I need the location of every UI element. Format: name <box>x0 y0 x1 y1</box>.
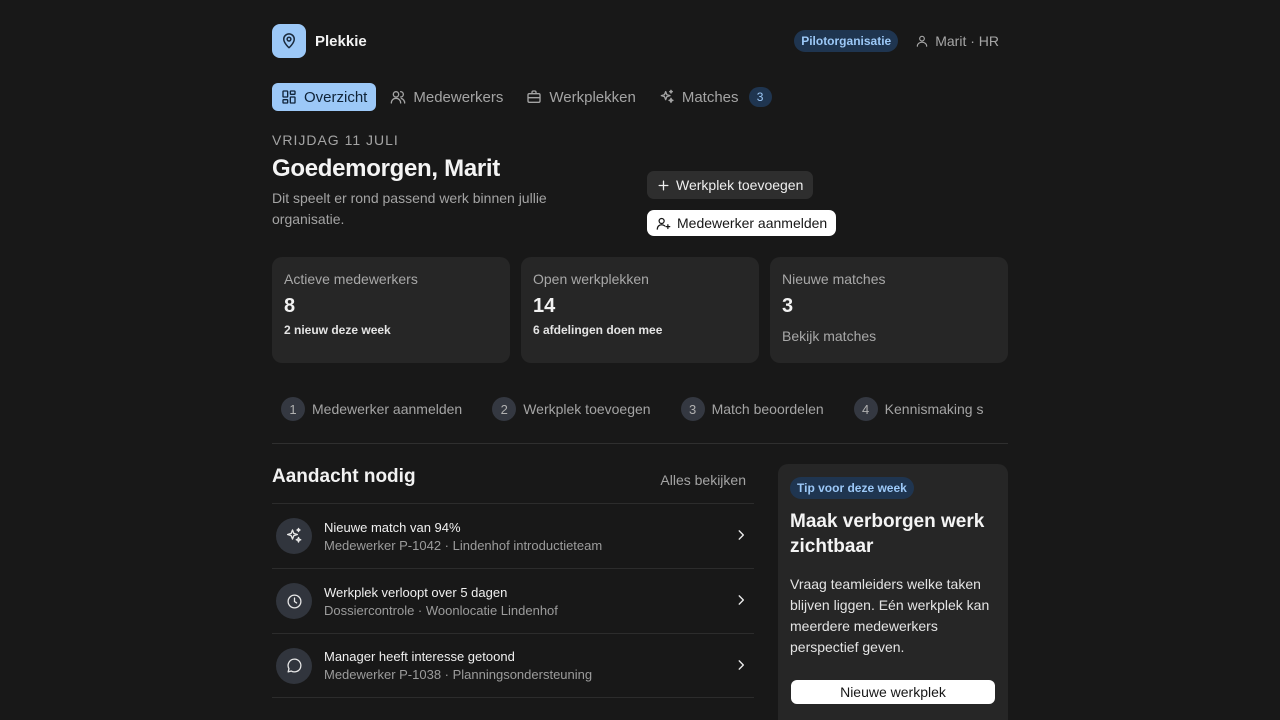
tab-label: Werkplekken <box>549 88 636 106</box>
tab-matches[interactable]: Matches 3 <box>650 83 781 111</box>
weekly-tip-card: Tip voor deze week Maak verborgen werk z… <box>778 464 1008 720</box>
stats-row: Actieve medewerkers 8 2 nieuw deze week … <box>272 257 1008 363</box>
tab-label: Medewerkers <box>413 88 504 106</box>
user-menu[interactable]: Marit · HR <box>915 33 999 49</box>
stat-subtext: 6 afdelingen doen mee <box>533 323 663 337</box>
user-icon <box>916 35 928 47</box>
step-number: 4 <box>853 397 878 421</box>
matches-count-badge: 3 <box>748 87 772 107</box>
clock-icon <box>276 583 312 619</box>
dashboard-icon <box>282 90 296 104</box>
step-number: 3 <box>680 397 705 421</box>
new-workplace-button[interactable]: Nieuwe werkplek <box>791 680 995 704</box>
attention-list: Nieuwe match van 94% Medewerker P-1042 ·… <box>272 503 754 698</box>
stat-value: 3 <box>782 295 794 317</box>
register-employee-button[interactable]: Medewerker aanmelden <box>647 210 837 236</box>
tip-body: Vraag teamleiders welke taken blijven li… <box>790 576 990 655</box>
page-title: Goedemorgen, Marit <box>272 155 500 182</box>
section-divider <box>272 443 1008 444</box>
sparkles-icon <box>276 518 312 554</box>
tip-badge: Tip voor deze week <box>790 477 914 499</box>
step-item[interactable]: 1 Medewerker aanmelden <box>281 397 462 421</box>
organization-badge: Pilotorganisatie <box>794 30 899 52</box>
list-item-subtitle: Medewerker P-1042 · Lindenhof introducti… <box>324 537 603 553</box>
tip-title: Maak verborgen werk zichtbaar <box>790 511 985 557</box>
list-item[interactable]: Manager heeft interesse getoond Medewerk… <box>272 633 754 698</box>
map-pin-icon[interactable] <box>272 24 306 58</box>
brand-name[interactable]: Plekkie <box>315 33 367 50</box>
step-label: Kennismaking s <box>884 401 984 417</box>
stat-card-open-workplaces: Open werkplekken 14 6 afdelingen doen me… <box>521 257 759 363</box>
stat-value: 14 <box>533 295 556 317</box>
list-item-subtitle: Dossiercontrole · Woonlocatie Lindenhof <box>324 602 558 618</box>
tab-werkplekken[interactable]: Werkplekken <box>517 83 644 111</box>
step-item[interactable]: 4 Kennismaking s <box>853 397 984 421</box>
step-item[interactable]: 2 Werkplek toevoegen <box>492 397 651 421</box>
stat-card-active-employees: Actieve medewerkers 8 2 nieuw deze week <box>272 257 510 363</box>
page-intro: Dit speelt er rond passend werk binnen j… <box>272 190 547 227</box>
list-item[interactable]: Werkplek verloopt over 5 dagen Dossierco… <box>272 568 754 633</box>
tab-label: Matches <box>681 88 739 106</box>
stat-label: Actieve medewerkers <box>284 271 418 287</box>
stat-label: Open werkplekken <box>533 271 649 287</box>
current-date: VRIJDAG 11 JULI <box>272 132 399 148</box>
tab-label: Overzicht <box>304 88 368 106</box>
chevron-right-icon <box>738 530 745 540</box>
user-plus-icon <box>656 217 671 230</box>
plus-icon <box>658 180 669 190</box>
user-label: Marit · HR <box>935 33 999 49</box>
chevron-right-icon <box>738 660 745 670</box>
app-header: Plekkie Pilotorganisatie Marit · HR <box>272 24 1008 58</box>
chat-bubble-icon <box>276 647 312 684</box>
view-all-link[interactable]: Alles bekijken <box>656 472 746 488</box>
list-item-title: Nieuwe match van 94% <box>324 519 461 535</box>
register-employee-label: Medewerker aanmelden <box>677 215 828 231</box>
step-item[interactable]: 3 Match beoordelen <box>680 397 824 421</box>
list-item-subtitle: Medewerker P-1038 · Planningsondersteuni… <box>324 667 593 682</box>
dashboard: Plekkie Pilotorganisatie Marit · HR Over… <box>272 0 1008 720</box>
stat-card-new-matches: Nieuwe matches 3 Bekijk matches <box>770 257 1008 363</box>
step-label: Werkplek toevoegen <box>523 401 651 417</box>
tab-medewerkers[interactable]: Medewerkers <box>381 83 512 111</box>
attention-title: Aandacht nodig <box>272 466 416 487</box>
sparkles-icon <box>660 89 674 103</box>
users-icon <box>391 91 406 104</box>
stat-subtext: 2 nieuw deze week <box>284 323 391 337</box>
step-number: 2 <box>492 397 517 421</box>
view-matches-link[interactable]: Bekijk matches <box>782 328 996 344</box>
stat-label: Nieuwe matches <box>782 271 886 287</box>
list-item-title: Manager heeft interesse getoond <box>324 649 515 664</box>
tab-overzicht[interactable]: Overzicht <box>272 83 377 111</box>
briefcase-icon <box>527 90 542 103</box>
main-tabs: Overzicht Medewerkers Werkplekken Matche… <box>272 83 786 111</box>
step-label: Match beoordelen <box>711 401 824 417</box>
chevron-right-icon <box>738 595 745 605</box>
stat-value: 8 <box>284 295 296 317</box>
add-workplace-label: Werkplek toevoegen <box>676 177 804 193</box>
list-item[interactable]: Nieuwe match van 94% Medewerker P-1042 ·… <box>272 503 754 568</box>
add-workplace-button[interactable]: Werkplek toevoegen <box>647 171 814 199</box>
onboarding-steps: 1 Medewerker aanmelden 2 Werkplek toevoe… <box>272 384 1008 434</box>
step-label: Medewerker aanmelden <box>312 401 463 417</box>
step-number: 1 <box>281 397 305 421</box>
list-item-title: Werkplek verloopt over 5 dagen <box>324 584 508 600</box>
